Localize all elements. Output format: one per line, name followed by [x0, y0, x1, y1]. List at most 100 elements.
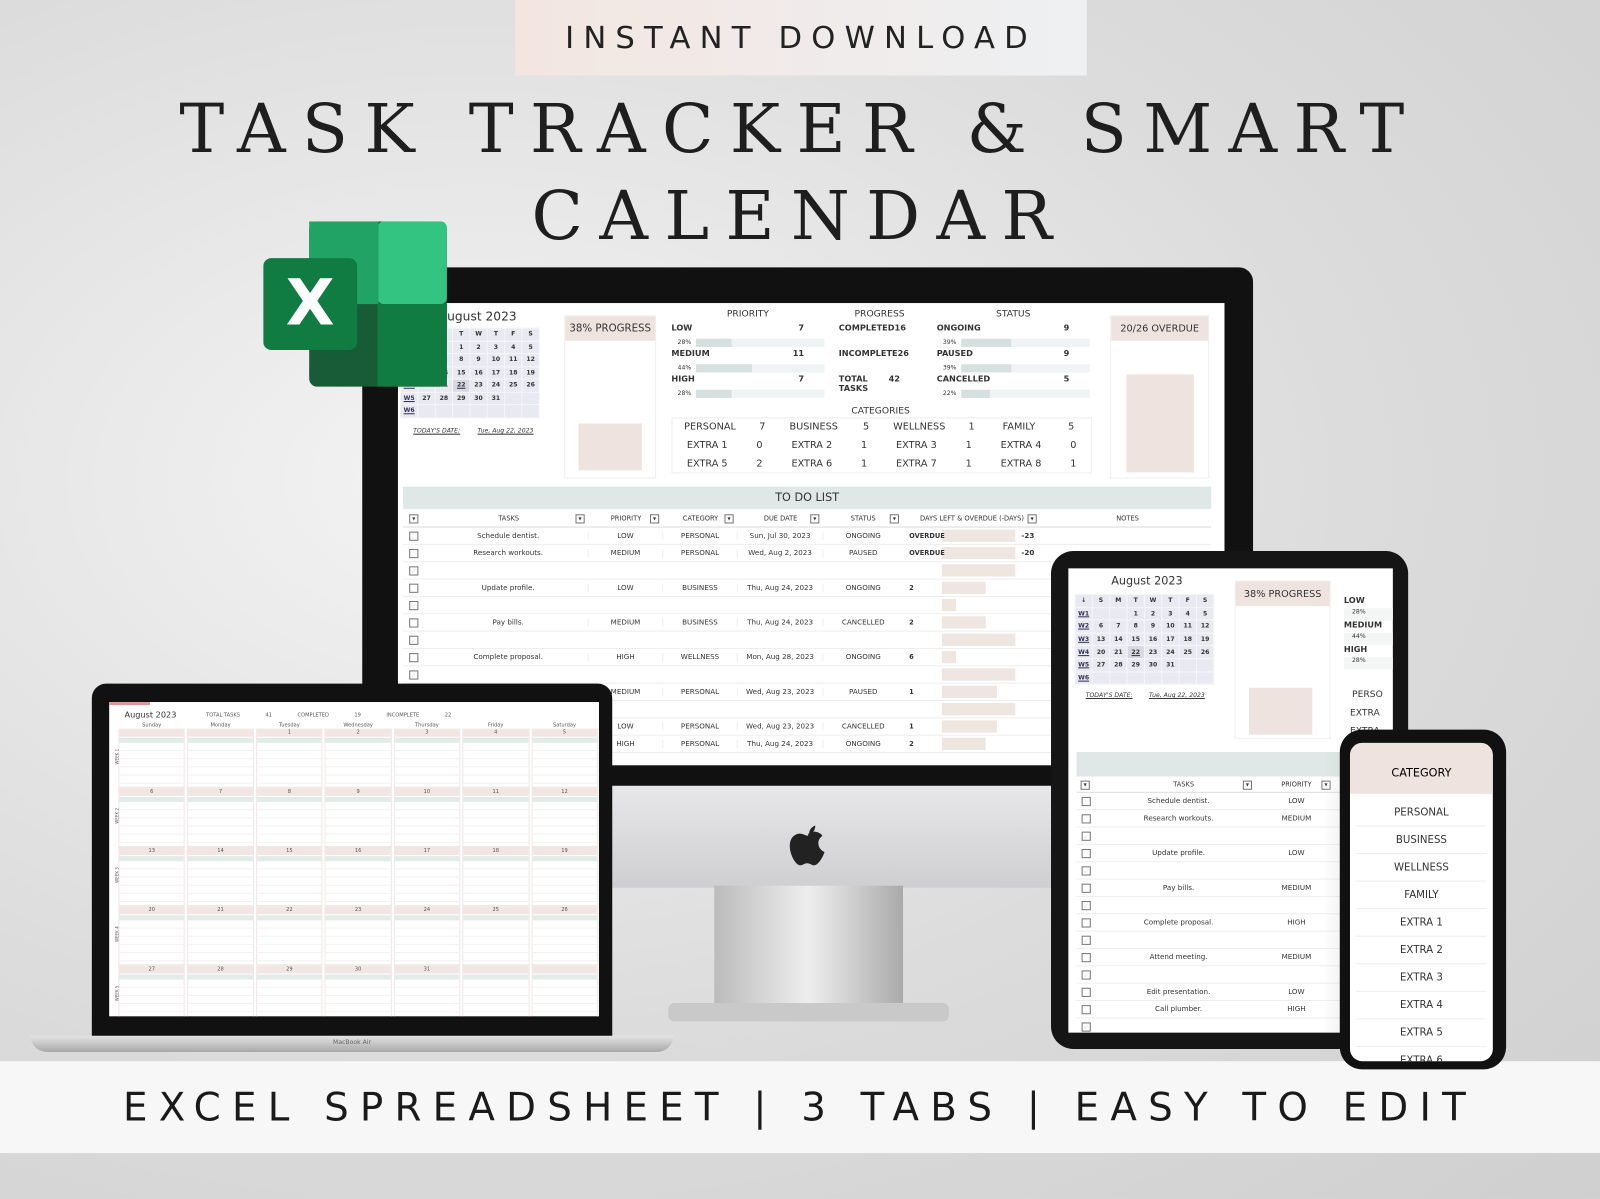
column-filter-dropdown[interactable]: ▾ [724, 514, 734, 524]
calendar-day-cell[interactable]: 25 [462, 906, 530, 966]
calendar-day-cell[interactable]: 2 [324, 728, 392, 788]
category-item[interactable]: EXTRA 2 [1356, 938, 1487, 965]
week-number[interactable]: W4 [1074, 645, 1093, 660]
task-checkbox[interactable]: ✓ [1081, 970, 1091, 980]
calendar-day-cell[interactable]: 5 [531, 728, 598, 788]
task-checkbox[interactable] [1081, 848, 1091, 859]
filter-dropdown[interactable]: ▾ [1080, 780, 1090, 790]
calendar-day-cell[interactable]: 19 [531, 846, 598, 907]
calendar-day-cell[interactable]: 6 [118, 787, 186, 847]
task-checkbox[interactable]: ✓ [409, 566, 419, 576]
category-item[interactable]: BUSINESS [1356, 828, 1487, 855]
task-checkbox[interactable] [1081, 1005, 1091, 1015]
calendar-day-cell[interactable]: 24 [393, 906, 461, 966]
calendar-day-cell[interactable]: 7 [187, 787, 254, 847]
task-status: CANCELLED [841, 618, 885, 627]
product-mockup: INSTANT DOWNLOAD TASK TRACKER & SMART CA… [0, 0, 1600, 1199]
calendar-day-cell[interactable]: 10 [393, 787, 461, 847]
calendar-day-cell[interactable]: 14 [187, 846, 254, 907]
column-filter-dropdown[interactable]: ▾ [575, 514, 585, 524]
task-checkbox[interactable] [409, 653, 419, 663]
day-number: 11 [463, 788, 529, 796]
calendar-day-cell[interactable]: 27 [118, 965, 186, 1017]
calendar-day-cell[interactable]: 4 [462, 728, 530, 788]
column-filter-dropdown[interactable]: ▾ [810, 514, 820, 524]
category-item[interactable]: WELLNESS [1356, 855, 1487, 882]
task-category: BUSINESS [663, 618, 738, 627]
task-checkbox[interactable] [1081, 987, 1091, 997]
calendar-day-cell[interactable]: 3 [393, 728, 461, 788]
task-checkbox[interactable]: ✓ [1081, 901, 1091, 911]
calendar-day-cell[interactable]: 21 [187, 906, 254, 966]
week-number[interactable]: W5 [1074, 658, 1093, 672]
task-checkbox[interactable] [1081, 814, 1091, 824]
weekday-label: T [486, 327, 506, 342]
category-item[interactable]: PERSONAL [1356, 800, 1487, 827]
calendar-day-cell[interactable]: 8 [255, 787, 323, 847]
week-number[interactable]: W2 [1074, 619, 1093, 634]
week-number[interactable]: W3 [1074, 632, 1093, 647]
category-cell: BUSINESS 5 [777, 418, 882, 436]
laptop-month: August 2023 [124, 710, 177, 720]
calendar-day-cell[interactable]: 22 [255, 906, 323, 966]
week-number[interactable]: W5 [399, 391, 419, 406]
column-filter-dropdown[interactable]: ▾ [649, 514, 660, 524]
task-checkbox[interactable] [409, 531, 419, 541]
calendar-day-cell[interactable]: 26 [531, 906, 598, 966]
category-item[interactable]: EXTRA 1 [1356, 910, 1487, 937]
category-item[interactable]: EXTRA 4 [1356, 993, 1487, 1020]
task-checkbox[interactable]: ✓ [409, 670, 419, 680]
category-item[interactable]: EXTRA 3 [1356, 965, 1487, 992]
calendar-day-cell[interactable]: 13 [118, 846, 186, 907]
tasks-filter-dropdown[interactable]: ▾ [1242, 780, 1253, 790]
calendar-day-cell[interactable]: 20 [118, 906, 186, 966]
calendar-day-cell[interactable]: 9 [324, 787, 392, 847]
calendar-day-cell[interactable]: 1 [255, 728, 323, 788]
calendar-week-row: WEEK 3 13 14 15 16 17 18 19 [115, 846, 599, 907]
calendar-day-cell[interactable] [462, 965, 530, 1017]
calendar-day-cell[interactable] [531, 965, 598, 1017]
task-checkbox[interactable]: ✓ [409, 601, 419, 611]
category-item[interactable]: EXTRA 5 [1356, 1020, 1487, 1047]
task-checkbox[interactable]: ✓ [1081, 866, 1091, 876]
task-checkbox[interactable]: ✓ [409, 635, 419, 645]
calendar-day-cell[interactable]: 18 [462, 846, 530, 907]
calendar-day-cell[interactable]: 15 [255, 846, 323, 907]
calendar-day-cell[interactable]: 30 [324, 965, 392, 1017]
weekday-label: W [1143, 593, 1163, 608]
task-checkbox[interactable] [1081, 883, 1091, 893]
calendar-week: W5 27 28 29 30 31 [399, 391, 540, 406]
task-checkbox[interactable] [1081, 953, 1091, 963]
todo-row: Schedule dentist. LOW PERSONAL Sun, Jul 30,… [403, 528, 1212, 545]
calendar-day-cell[interactable]: 31 [393, 965, 461, 1017]
week-number[interactable]: W6 [1074, 670, 1093, 685]
calendar-day-cell[interactable]: 16 [324, 846, 392, 907]
task-checkbox[interactable] [409, 548, 419, 559]
task-checkbox[interactable] [1081, 918, 1091, 928]
task-checkbox[interactable]: ✓ [1081, 1022, 1091, 1032]
week-number[interactable]: W6 [399, 404, 419, 418]
calendar-day-cell[interactable]: 28 [187, 965, 254, 1017]
calendar-day-cell[interactable]: 17 [393, 846, 461, 907]
category-item[interactable]: FAMILY [1356, 883, 1487, 910]
calendar-day: 28 [1109, 658, 1128, 672]
task-checkbox[interactable] [409, 618, 419, 628]
task-checkbox[interactable] [409, 583, 419, 593]
calendar-day-cell[interactable] [118, 728, 186, 788]
calendar-day-cell[interactable] [187, 728, 254, 788]
column-filter-dropdown[interactable]: ▾ [889, 514, 899, 524]
calendar-day-cell[interactable]: 11 [462, 787, 530, 847]
task-checkbox[interactable] [1081, 796, 1091, 807]
calendar-day-cell[interactable]: 23 [324, 906, 392, 966]
task-checkbox[interactable]: ✓ [1081, 935, 1091, 945]
calendar-day: 11 [1178, 619, 1197, 634]
task-checkbox[interactable]: ✓ [1081, 831, 1091, 841]
select-filter-dropdown[interactable]: ▾ [409, 514, 419, 524]
category-item[interactable]: EXTRA 6 [1356, 1048, 1487, 1061]
column-filter-dropdown[interactable]: ▾ [1027, 514, 1037, 524]
progress-chart [578, 423, 642, 471]
progress-label: COMPLETED [838, 323, 895, 333]
calendar-day-cell[interactable]: 12 [531, 787, 598, 847]
calendar-day-cell[interactable]: 29 [255, 965, 323, 1017]
week-number[interactable]: W1 [1074, 606, 1093, 621]
